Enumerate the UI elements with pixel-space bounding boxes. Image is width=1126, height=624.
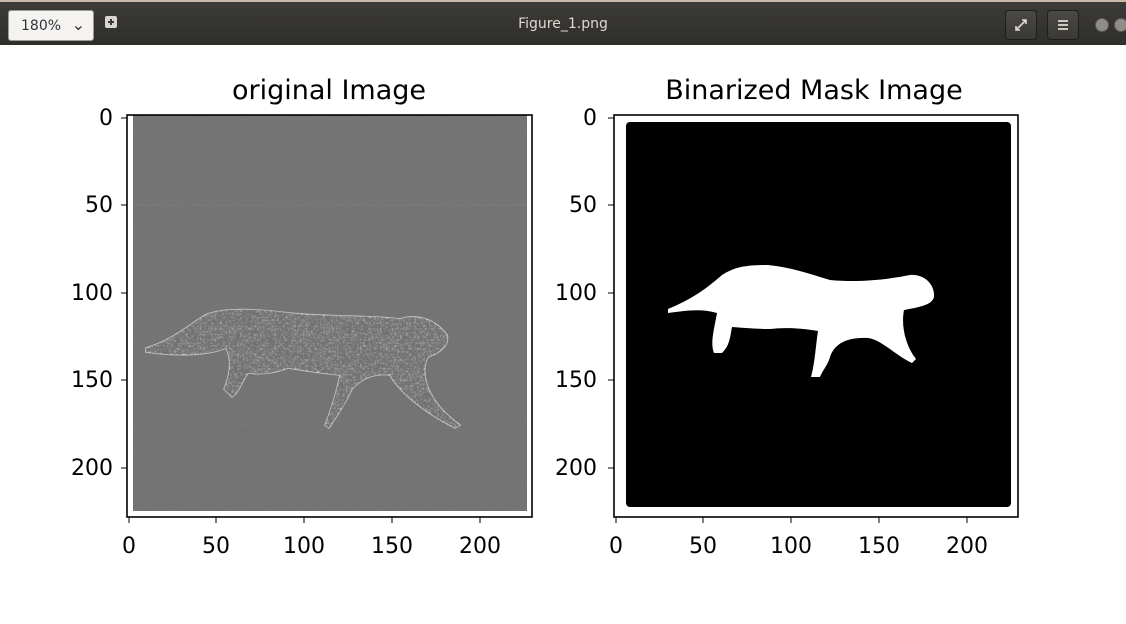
left-ytick-label: 150 (71, 368, 113, 393)
viewer-titlebar: 180% ⌄ Figure_1.png (0, 2, 1126, 45)
image-noise (133, 115, 527, 511)
right-x-axis: 0 50 100 150 200 (609, 517, 988, 559)
right-xtick-label: 100 (770, 534, 812, 559)
minimize-icon[interactable] (1095, 18, 1109, 32)
right-xtick-label: 50 (689, 534, 717, 559)
right-ytick-label: 100 (555, 281, 597, 306)
right-subplot: Binarized Mask Image 0 50 100 150 200 0 … (555, 75, 1019, 559)
window-title: Figure_1.png (518, 16, 608, 32)
left-ytick-label: 0 (99, 106, 113, 131)
right-subplot-title: Binarized Mask Image (665, 75, 962, 106)
left-y-axis: 0 50 100 150 200 (71, 106, 127, 481)
left-xtick-label: 100 (283, 534, 325, 559)
hamburger-menu-icon (1058, 20, 1068, 30)
right-ytick-label: 150 (555, 368, 597, 393)
right-ytick-label: 200 (555, 456, 597, 481)
left-xtick-label: 200 (459, 534, 501, 559)
left-ytick-label: 200 (71, 456, 113, 481)
figure-canvas: original Image 0 50 100 150 200 0 50 100… (71, 75, 1019, 559)
left-ytick-label: 50 (85, 193, 113, 218)
left-xtick-label: 50 (202, 534, 230, 559)
fullscreen-arrows-icon (1015, 19, 1027, 31)
right-ytick-label: 0 (583, 106, 597, 131)
right-xtick-label: 0 (609, 534, 623, 559)
left-x-axis: 0 50 100 150 200 (122, 517, 501, 559)
left-xtick-label: 0 (122, 534, 136, 559)
right-xtick-label: 200 (946, 534, 988, 559)
right-ytick-label: 50 (569, 193, 597, 218)
left-xtick-label: 150 (371, 534, 413, 559)
right-y-axis: 0 50 100 150 200 (555, 106, 614, 481)
left-ytick-label: 100 (71, 281, 113, 306)
left-subplot: original Image 0 50 100 150 200 0 50 100… (71, 75, 533, 559)
maximize-icon[interactable] (1114, 18, 1126, 32)
right-xtick-label: 150 (858, 534, 900, 559)
menu-button[interactable] (1047, 10, 1079, 40)
fullscreen-button[interactable] (1005, 10, 1037, 40)
left-subplot-title: original Image (232, 75, 426, 106)
